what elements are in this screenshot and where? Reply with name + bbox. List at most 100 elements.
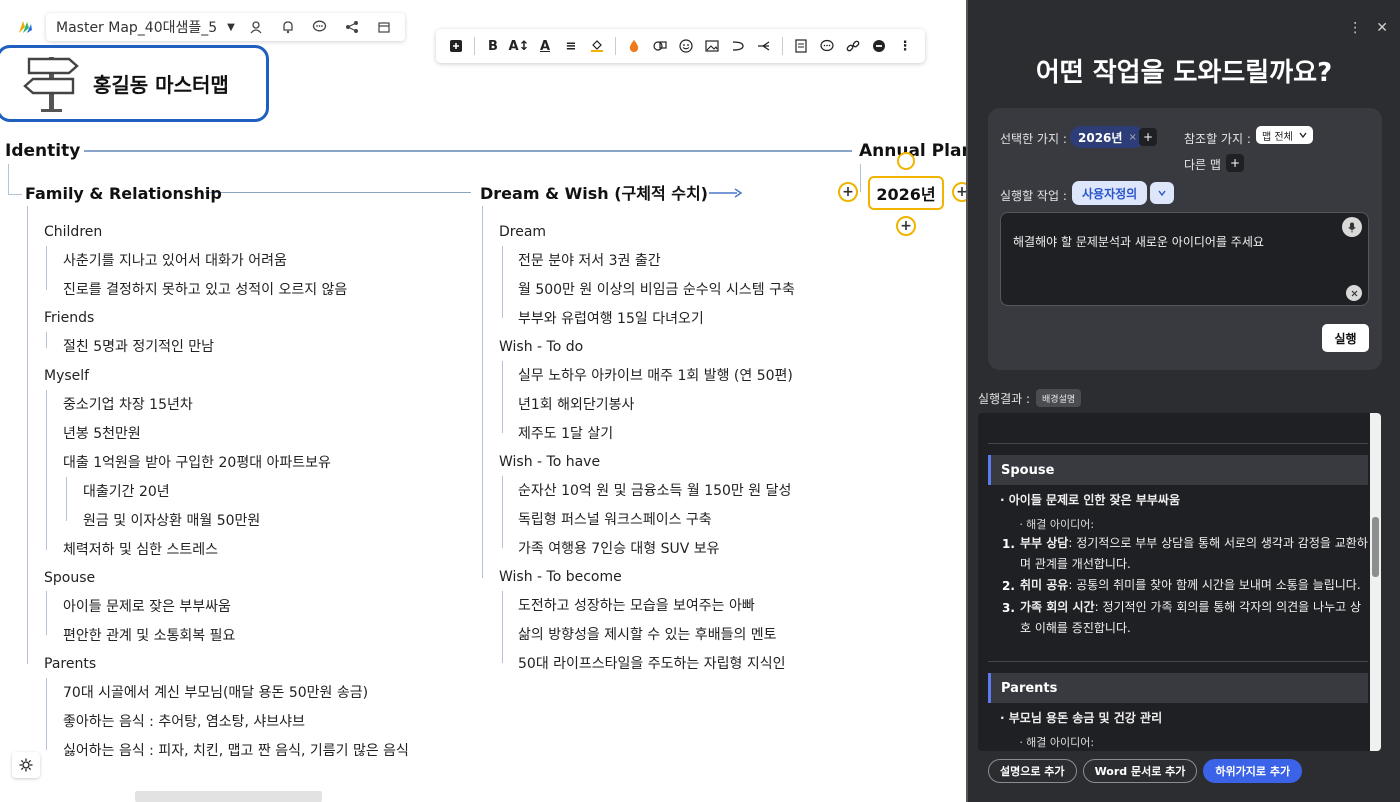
node-spouse-2[interactable]: 편안한 관계 및 소통회복 필요	[63, 626, 235, 646]
node-wish-have[interactable]: Wish - To have	[499, 452, 600, 472]
node-parents-3[interactable]: 싫어하는 음식 : 피자, 치킨, 맵고 짠 음식, 기름기 많은 음식	[63, 741, 409, 761]
add-other-map-button[interactable]: +	[1226, 154, 1244, 172]
node-parents-1[interactable]: 70대 시골에서 계신 부모님(매달 용돈 50만원 송금)	[63, 683, 368, 703]
background-tag[interactable]: 배경설명	[1036, 389, 1082, 407]
tree-line	[66, 477, 67, 521]
node-myself[interactable]: Myself	[44, 366, 89, 386]
divider	[988, 443, 1368, 444]
settings-icon[interactable]	[12, 752, 40, 778]
divider	[988, 661, 1368, 662]
node-wish-todo[interactable]: Wish - To do	[499, 337, 583, 357]
map-title-selector[interactable]: Master Map_40대샘플_5 ▼	[46, 13, 405, 41]
paint-bucket-icon[interactable]	[585, 34, 609, 58]
task-select[interactable]: 사용자정의	[1072, 181, 1148, 205]
add-selected-branch-button[interactable]: +	[1139, 128, 1157, 146]
chip-close-icon[interactable]: ×	[1128, 132, 1136, 143]
app-logo-icon[interactable]	[10, 12, 40, 42]
clear-input-icon[interactable]	[1346, 285, 1362, 301]
node-myself-2[interactable]: 년봉 5천만원	[63, 424, 141, 444]
node-children-2[interactable]: 진로를 결정하지 못하고 있고 성적이 오르지 않음	[63, 280, 347, 300]
comment-icon[interactable]	[815, 34, 839, 58]
panel-title: 어떤 작업을 도와드릴까요?	[1035, 58, 1333, 88]
result-header: 실행결과 : 배경설명	[978, 389, 1082, 407]
reference-branch-select[interactable]: 맵 전체	[1256, 126, 1313, 144]
node-spouse-1[interactable]: 아이들 문제로 잦은 부부싸움	[63, 597, 231, 617]
central-topic[interactable]: 홍길동 마스터맵	[0, 45, 269, 122]
bell-icon[interactable]	[277, 16, 299, 38]
node-myself-3-1[interactable]: 대출기간 20년	[83, 482, 170, 502]
close-icon[interactable]: ✕	[1376, 20, 1388, 36]
node-todo-3[interactable]: 제주도 1달 살기	[518, 424, 613, 444]
result-section-spouse: Spouse	[988, 455, 1368, 485]
add-as-subbranch-button[interactable]: 하위가지로 추가	[1203, 759, 1303, 783]
align-icon[interactable]: ≡	[559, 34, 583, 58]
selected-branch-chip[interactable]: 2026년 ×	[1070, 126, 1145, 148]
vertical-scrollbar[interactable]	[1370, 413, 1381, 751]
node-todo-1[interactable]: 실무 노하우 아카이브 매주 1회 발행 (연 50편)	[518, 366, 793, 386]
result-label: 실행결과 :	[978, 391, 1031, 406]
node-dream-2[interactable]: 월 500만 원 이상의 비임금 순수익 시스템 구축	[518, 280, 795, 300]
selected-node-2026[interactable]: 2026년	[868, 176, 944, 210]
node-dream-1[interactable]: 전문 분야 저서 3권 출간	[518, 251, 661, 271]
image-icon[interactable]	[700, 34, 724, 58]
node-myself-1[interactable]: 중소기업 차장 15년차	[63, 395, 193, 415]
add-right-button[interactable]: +	[952, 182, 966, 202]
list-number: 1.	[1002, 537, 1015, 551]
node-have-3[interactable]: 가족 여행용 7인승 대형 SUV 보유	[518, 539, 720, 559]
user-icon[interactable]	[245, 16, 267, 38]
branch-family-relationship[interactable]: Family & Relationship	[25, 184, 222, 204]
node-parents[interactable]: Parents	[44, 654, 96, 674]
add-as-word-button[interactable]: Word 문서로 추가	[1082, 759, 1198, 783]
add-as-description-button[interactable]: 설명으로 추가	[988, 759, 1077, 783]
node-children[interactable]: Children	[44, 222, 102, 242]
node-myself-3[interactable]: 대출 1억원을 받아 구입한 20평대 아파트보유	[63, 453, 331, 473]
run-button[interactable]: 실행	[1322, 324, 1369, 352]
branch-structure-icon[interactable]	[752, 34, 776, 58]
node-have-2[interactable]: 독립형 퍼스널 워크스페이스 구축	[518, 510, 712, 530]
branch-dream-wish[interactable]: Dream & Wish (구체적 수치)	[480, 184, 708, 204]
font-color-icon[interactable]: A	[533, 34, 557, 58]
node-become-2[interactable]: 삶의 방향성을 제시할 수 있는 후배들의 멘토	[518, 625, 777, 645]
node-spouse[interactable]: Spouse	[44, 568, 95, 588]
node-become-1[interactable]: 도전하고 성장하는 모습을 보여주는 아빠	[518, 596, 755, 616]
connector-icon[interactable]	[726, 34, 750, 58]
add-node-icon[interactable]	[444, 34, 468, 58]
link-icon[interactable]	[841, 34, 865, 58]
node-wish-become[interactable]: Wish - To become	[499, 567, 622, 587]
more-vertical-icon[interactable]: ⋮	[1348, 20, 1362, 36]
mindmap-canvas[interactable]: Master Map_40대샘플_5 ▼ B A↕ A ≡ ⋮ 홍길동 마스터맵…	[0, 0, 966, 802]
node-myself-3-2[interactable]: 원금 및 이자상환 매월 50만원	[83, 511, 260, 531]
font-size-icon[interactable]: A↕	[507, 34, 531, 58]
add-child-button[interactable]: +	[896, 216, 916, 236]
node-parents-2[interactable]: 좋아하는 음식 : 추어탕, 염소탕, 샤브샤브	[63, 712, 305, 732]
shape-icon[interactable]	[648, 34, 672, 58]
node-children-1[interactable]: 사춘기를 지나고 있어서 대화가 어려움	[63, 251, 287, 271]
more-vertical-icon[interactable]: ⋮	[893, 34, 917, 58]
add-left-button[interactable]: +	[838, 182, 858, 202]
horizontal-scrollbar[interactable]	[135, 791, 322, 802]
node-myself-4[interactable]: 체력저하 및 심한 스트레스	[63, 540, 218, 560]
remove-icon[interactable]	[867, 34, 891, 58]
node-dream-3[interactable]: 부부와 유럽여행 15일 다녀오기	[518, 309, 704, 329]
node-dream[interactable]: Dream	[499, 222, 546, 242]
microphone-icon[interactable]	[1342, 217, 1362, 237]
share-icon[interactable]	[341, 16, 363, 38]
bold-icon[interactable]: B	[481, 34, 505, 58]
chat-icon[interactable]	[309, 16, 331, 38]
emoji-icon[interactable]	[674, 34, 698, 58]
node-friends-1[interactable]: 절친 5명과 정기적인 만남	[63, 337, 214, 357]
node-friends[interactable]: Friends	[44, 308, 94, 328]
node-todo-2[interactable]: 년1회 해외단기봉사	[518, 395, 634, 415]
node-become-3[interactable]: 50대 라이프스타일을 주도하는 자립형 지식인	[518, 654, 785, 674]
note-icon[interactable]	[789, 34, 813, 58]
branch-identity[interactable]: Identity	[5, 141, 80, 161]
prompt-input[interactable]: 해결해야 할 문제분석과 새로운 아이디어를 주세요	[1000, 212, 1369, 306]
result-output[interactable]: Spouse · 아이들 문제로 인한 잦은 부부싸움 ㆍ해결 아이디어: 1.…	[978, 413, 1381, 751]
rotate-handle-icon[interactable]	[897, 152, 915, 170]
scrollbar-thumb[interactable]	[1372, 517, 1379, 577]
fill-color-icon[interactable]	[622, 34, 646, 58]
node-have-1[interactable]: 순자산 10억 원 및 금융소득 월 150만 원 달성	[518, 481, 791, 501]
calendar-icon[interactable]	[373, 16, 395, 38]
task-dropdown-button[interactable]	[1150, 182, 1174, 204]
tree-line	[46, 678, 47, 750]
